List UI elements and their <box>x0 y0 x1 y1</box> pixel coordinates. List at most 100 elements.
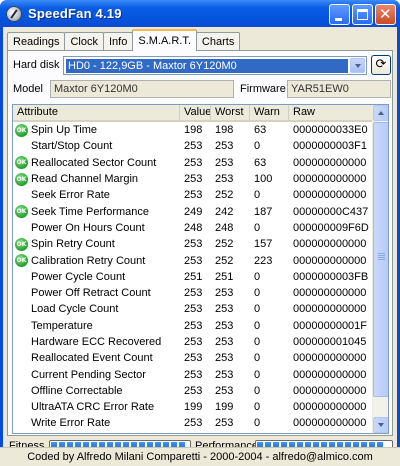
attribute-cell: Start/Stop Count <box>13 140 180 153</box>
value-cell: 253 <box>184 254 203 267</box>
table-row[interactable]: Temperature 253 253 0 00000000001F <box>13 318 373 334</box>
minimize-button[interactable] <box>329 4 350 25</box>
worst-cell: 252 <box>215 189 234 202</box>
table-header: Attribute Value Worst Warn Raw <box>13 105 373 122</box>
table-row[interactable]: Reallocated Event Count 253 253 0 0000000000… <box>13 350 373 366</box>
attribute-name: Seek Time Performance <box>31 205 149 218</box>
attribute-cell: Power On Hours Count <box>13 221 180 234</box>
worst-cell: 199 <box>215 401 234 414</box>
tab-info[interactable]: Info <box>103 32 134 51</box>
tab-charts[interactable]: Charts <box>195 32 241 51</box>
model-field: Maxtor 6Y120M0 <box>50 80 234 98</box>
value-cell: 253 <box>184 238 203 251</box>
column-header-warn[interactable]: Warn <box>250 105 289 122</box>
scroll-up-button[interactable] <box>373 105 388 121</box>
worst-cell: 242 <box>215 205 234 218</box>
title-bar[interactable]: SpeedFan 4.19 ✕ <box>0 0 400 27</box>
attribute-cell: Current Pending Sector <box>13 368 180 381</box>
table-row[interactable]: Hardware ECC Recovered 253 253 0 00000000104… <box>13 334 373 350</box>
warn-cell: 0 <box>254 368 261 381</box>
tab-clock[interactable]: Clock <box>64 32 104 51</box>
model-label: Model <box>13 83 43 95</box>
speedfan-window: SpeedFan 4.19 ✕ Readings Clock Info S.M.… <box>0 0 400 466</box>
worst-cell: 253 <box>215 336 234 348</box>
hard-disk-select[interactable]: HD0 - 122,9GB - Maxtor 6Y120M0 <box>63 56 367 75</box>
table-row[interactable]: Offline Correctable 253 253 0 000000000000 <box>13 383 373 399</box>
value-cell: 198 <box>184 124 203 137</box>
raw-cell: 000000000000 <box>293 287 367 300</box>
raw-cell: 000000000000 <box>293 238 367 251</box>
attribute-name: Offline Correctable <box>31 384 123 397</box>
table-row[interactable]: Seek Error Rate 253 252 0 000000000000 <box>13 187 373 203</box>
table-row[interactable]: UltraATA CRC Error Rate 199 199 0 0000000000… <box>13 399 373 415</box>
smart-panel: Hard disk HD0 - 122,9GB - Maxtor 6Y120M0… <box>7 50 393 436</box>
table-row[interactable]: OK Spin Up Time 198 198 63 0000000033E0 <box>13 122 373 138</box>
worst-cell: 198 <box>215 124 234 137</box>
scroll-thumb[interactable] <box>373 122 388 397</box>
value-cell: 251 <box>184 270 203 283</box>
scroll-down-button[interactable] <box>373 417 388 433</box>
attribute-cell: Seek Error Rate <box>13 189 180 202</box>
worst-cell: 253 <box>215 384 234 397</box>
attribute-cell: OK Calibration Retry Count <box>13 254 180 268</box>
status-icon-placeholder <box>15 319 28 332</box>
attribute-cell: Write Error Rate <box>13 417 180 430</box>
column-header-raw[interactable]: Raw <box>289 105 373 122</box>
table-row[interactable]: Power Off Retract Count 253 253 0 0000000000… <box>13 285 373 301</box>
table-row[interactable]: OK Reallocated Sector Count 253 253 63 000000… <box>13 155 373 171</box>
value-cell: 253 <box>184 384 203 397</box>
refresh-button[interactable]: ⟳ <box>371 55 391 75</box>
worst-cell: 253 <box>215 140 234 153</box>
raw-cell: 000000000000 <box>293 368 367 381</box>
attribute-name: Power Off Retract Count <box>31 287 151 300</box>
vertical-scrollbar[interactable] <box>372 105 388 433</box>
value-cell: 253 <box>184 319 203 332</box>
hard-disk-label: Hard disk <box>13 59 60 71</box>
attribute-cell: Reallocated Event Count <box>13 352 180 365</box>
raw-cell: 00000000001F <box>293 319 368 332</box>
table-row[interactable]: Power Cycle Count 251 251 0 0000000003FB <box>13 269 373 285</box>
table-row[interactable]: OK Calibration Retry Count 253 252 223 000000… <box>13 252 373 268</box>
warn-cell: 0 <box>254 287 261 300</box>
table-row[interactable]: Power On Hours Count 248 248 0 000000009F6D <box>13 220 373 236</box>
column-header-worst[interactable]: Worst <box>211 105 250 122</box>
maximize-button[interactable] <box>352 4 373 25</box>
status-icon-placeholder <box>15 368 28 381</box>
raw-cell: 000000000000 <box>293 173 367 186</box>
close-button[interactable]: ✕ <box>375 4 396 25</box>
ok-status-icon: OK <box>15 205 28 219</box>
table-row[interactable]: OK Spin Retry Count 253 252 157 000000000000 <box>13 236 373 252</box>
column-header-value[interactable]: Value <box>180 105 211 122</box>
warn-cell: 0 <box>254 352 261 365</box>
value-cell: 248 <box>184 221 203 234</box>
tab-smart[interactable]: S.M.A.R.T. <box>132 29 197 51</box>
table-row[interactable]: Current Pending Sector 253 253 0 00000000000… <box>13 366 373 382</box>
attribute-name: Power On Hours Count <box>31 221 145 234</box>
attribute-cell: Power Cycle Count <box>13 270 180 283</box>
status-icon-placeholder <box>15 221 28 234</box>
table-row[interactable]: Start/Stop Count 253 253 0 0000000003F1 <box>13 138 373 154</box>
worst-cell: 253 <box>215 368 234 381</box>
maximize-icon <box>357 9 368 20</box>
attribute-cell: UltraATA CRC Error Rate <box>13 401 180 414</box>
hard-disk-selected-value: HD0 - 122,9GB - Maxtor 6Y120M0 <box>66 59 348 73</box>
raw-cell: 000000000000 <box>293 303 367 316</box>
raw-cell: 0000000003F1 <box>293 140 368 153</box>
warn-cell: 0 <box>254 401 261 414</box>
ok-status-icon: OK <box>15 123 28 137</box>
window-controls: ✕ <box>329 4 396 25</box>
raw-cell: 00000000C437 <box>293 205 369 218</box>
worst-cell: 253 <box>215 303 234 316</box>
attribute-cell: Hardware ECC Recovered <box>13 336 180 349</box>
table-row[interactable]: Write Error Rate 253 253 0 000000000000 <box>13 415 373 431</box>
table-row[interactable]: Load Cycle Count 253 253 0 000000000000 <box>13 301 373 317</box>
attribute-cell: OK Read Channel Margin <box>13 172 180 186</box>
table-row[interactable]: OK Read Channel Margin 253 253 100 0000000000… <box>13 171 373 187</box>
attribute-cell: Offline Correctable <box>13 384 180 397</box>
column-header-attribute[interactable]: Attribute <box>13 105 180 122</box>
chevron-down-icon[interactable] <box>350 58 365 73</box>
tab-readings[interactable]: Readings <box>7 32 66 51</box>
table-row[interactable]: OK Seek Time Performance 249 242 187 00000000… <box>13 203 373 219</box>
raw-cell: 000000000000 <box>293 417 367 430</box>
attribute-name: Current Pending Sector <box>31 368 146 381</box>
